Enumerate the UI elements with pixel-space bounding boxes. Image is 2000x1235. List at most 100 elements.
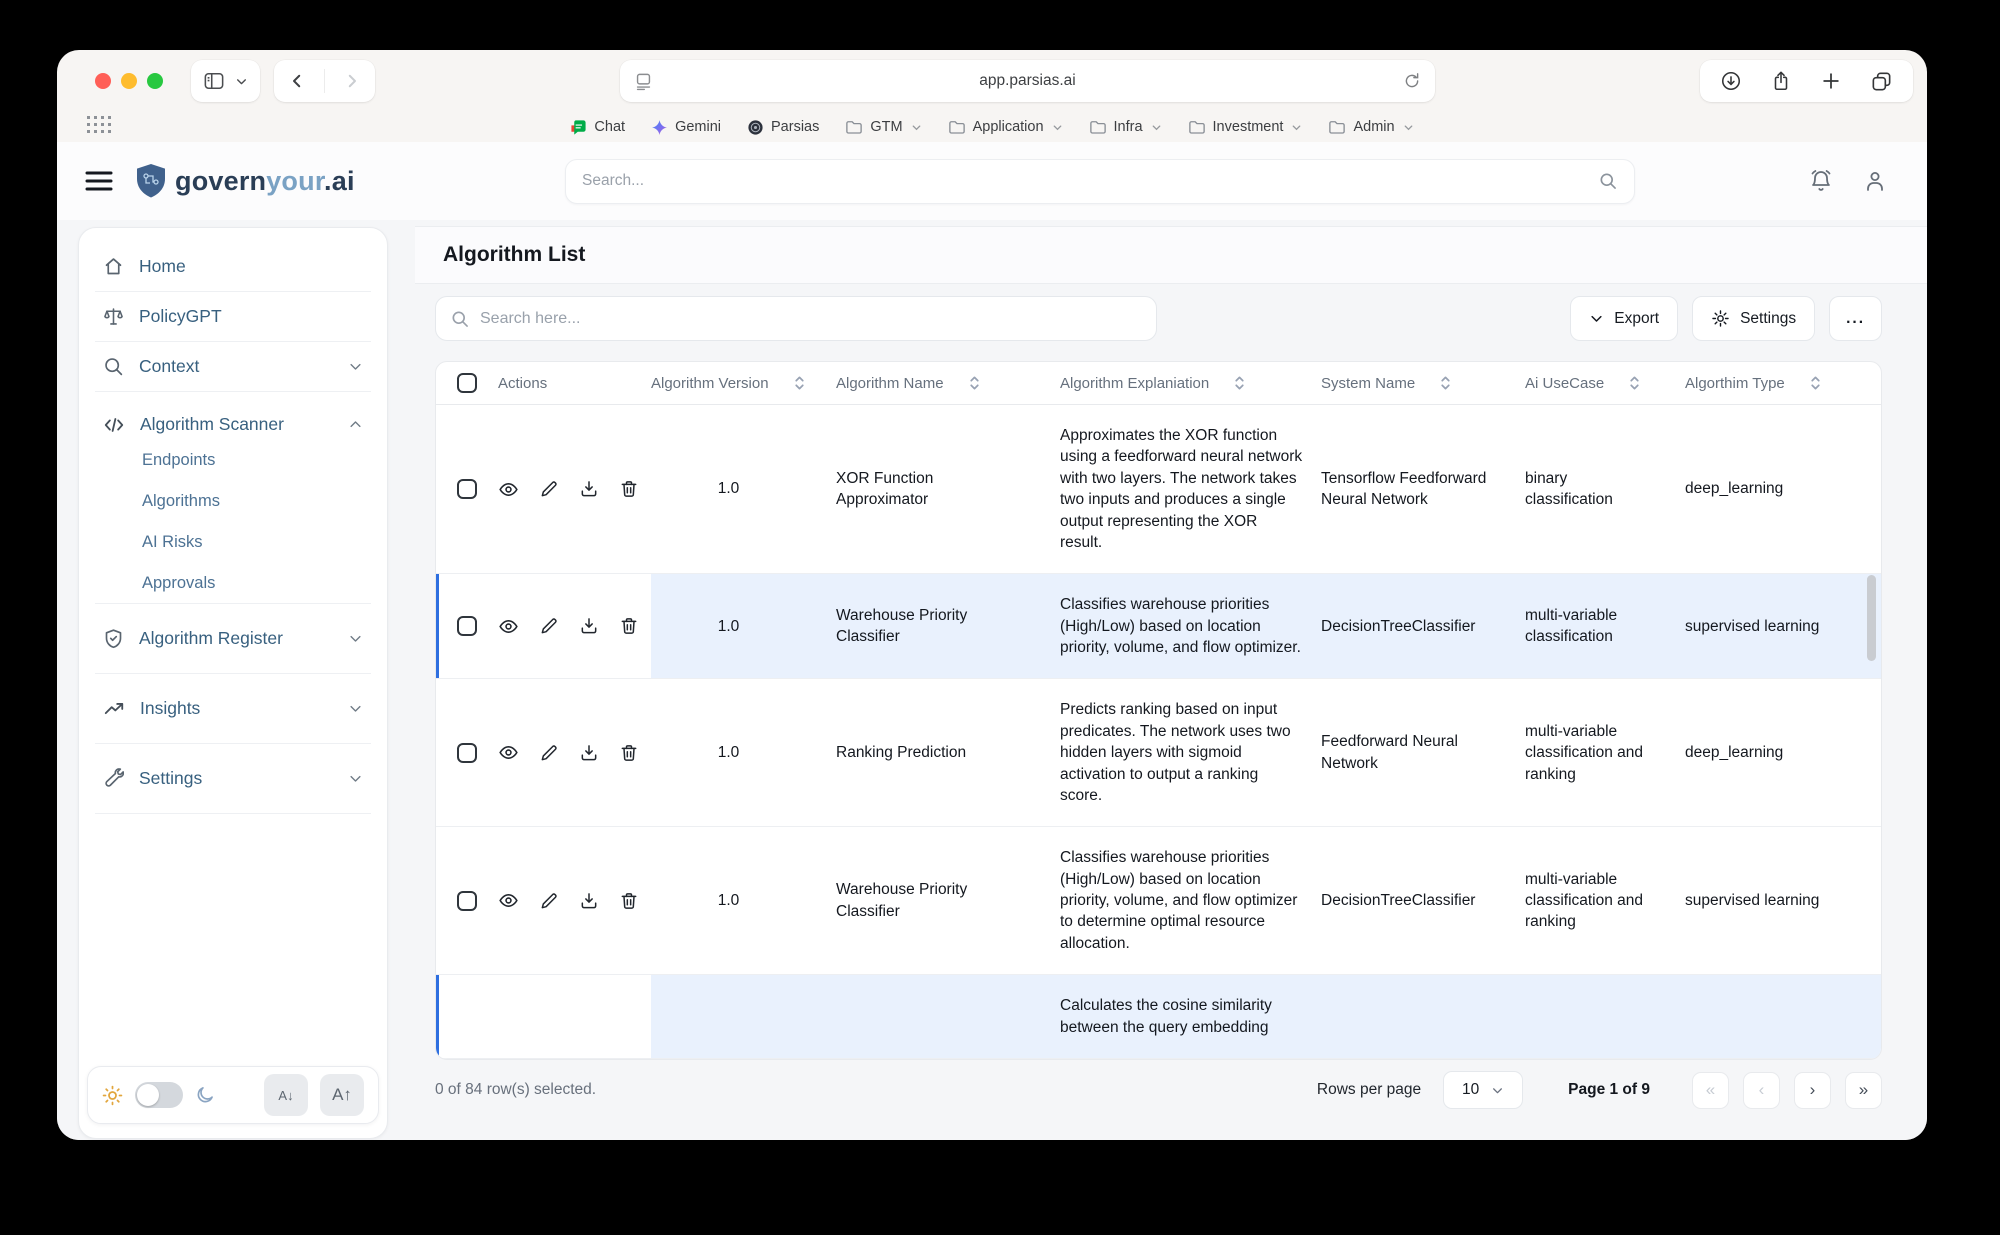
font-decrease-button[interactable]: A↓ [264,1074,308,1116]
table-search-input[interactable] [480,310,1142,328]
forward-button[interactable] [343,72,361,90]
bookmark-folder-admin[interactable]: Admin [1328,119,1413,135]
column-header-system-name[interactable]: System Name [1321,375,1525,392]
next-page-button[interactable]: › [1794,1072,1831,1109]
cell-version: 1.0 [651,722,836,783]
url-bar[interactable]: app.parsias.ai [620,60,1435,102]
download-icon[interactable] [579,616,599,636]
view-icon[interactable] [498,479,519,500]
search-icon[interactable] [1598,171,1618,191]
rows-per-page-label: Rows per page [1317,1081,1421,1099]
sidebar-item-settings[interactable]: Settings [95,754,371,803]
algorithm-scanner-submenu: Endpoints Algorithms AI Risks Approvals [95,449,371,603]
table-row: 1.0 XOR Function Approximator Approximat… [436,405,1881,574]
sidebar-item-policygpt[interactable]: PolicyGPT [95,292,371,341]
row-checkbox[interactable] [457,616,477,636]
sort-icon[interactable] [1439,375,1452,391]
sidebar-item-home[interactable]: Home [95,242,371,291]
new-tab-icon[interactable] [1820,70,1842,92]
view-icon[interactable] [498,890,519,911]
delete-icon[interactable] [619,616,639,636]
delete-icon[interactable] [619,891,639,911]
previous-page-button[interactable]: ‹ [1743,1072,1780,1109]
edit-icon[interactable] [539,479,559,499]
bookmark-parsias[interactable]: Parsias [747,119,819,136]
sidebar-subitem-endpoints[interactable]: Endpoints [142,451,371,470]
cell-explanation: Classifies warehouse priorities (High/Lo… [1060,574,1321,678]
dark-mode-toggle[interactable] [135,1082,183,1108]
first-page-button[interactable]: « [1692,1072,1729,1109]
last-page-button[interactable]: » [1845,1072,1882,1109]
row-checkbox[interactable] [457,891,477,911]
edit-icon[interactable] [539,616,559,636]
bookmark-folder-application[interactable]: Application [948,119,1063,135]
sort-icon[interactable] [1628,375,1641,391]
home-icon [103,256,124,277]
column-header-algorithm-name[interactable]: Algorithm Name [836,375,1060,392]
sidebar-subitem-approvals[interactable]: Approvals [142,574,371,593]
minimize-window-button[interactable] [121,73,137,89]
bookmark-chat[interactable]: Chat [570,119,625,136]
edit-icon[interactable] [539,891,559,911]
sidebar-subitem-algorithms[interactable]: Algorithms [142,492,371,511]
tab-overview-icon[interactable] [1870,70,1893,93]
refresh-icon[interactable] [1403,72,1421,90]
view-icon[interactable] [498,742,519,763]
column-header-ai-usecase[interactable]: Ai UseCase [1525,375,1685,392]
row-checkbox[interactable] [457,743,477,763]
page-content: Home PolicyGPT Context [57,220,1927,1140]
sort-icon[interactable] [793,375,806,391]
user-icon[interactable] [1863,169,1887,193]
chevron-down-icon [1403,122,1414,133]
view-icon[interactable] [498,616,519,637]
download-icon[interactable] [579,743,599,763]
share-icon[interactable] [1770,70,1792,92]
bookmark-folder-infra[interactable]: Infra [1089,119,1162,135]
zoom-window-button[interactable] [147,73,163,89]
row-checkbox[interactable] [457,479,477,499]
sidebar-item-algorithm-register[interactable]: Algorithm Register [95,614,371,663]
close-window-button[interactable] [95,73,111,89]
download-icon[interactable] [579,479,599,499]
select-all-checkbox[interactable] [457,373,477,393]
chevron-down-icon [348,631,363,646]
chevron-down-icon[interactable] [235,75,248,88]
rows-per-page-select[interactable]: 10 [1443,1071,1523,1109]
download-icon[interactable] [579,891,599,911]
column-header-algorithm-version[interactable]: Algorithm Version [651,375,836,392]
delete-icon[interactable] [619,743,639,763]
cell-system: Feedforward Neural Network [1321,711,1525,794]
table-scrollbar-thumb[interactable] [1867,575,1876,661]
back-button[interactable] [288,72,306,90]
global-search-input[interactable] [582,172,1598,190]
more-options-button[interactable]: ... [1829,296,1882,341]
export-button[interactable]: Export [1570,296,1678,341]
cell-usecase [1525,997,1685,1037]
bell-icon[interactable] [1809,169,1833,193]
column-header-algorithm-type[interactable]: Algorthim Type [1685,375,1881,392]
sidebar-item-context[interactable]: Context [95,342,371,391]
sort-icon[interactable] [1809,375,1822,391]
table-header-row: Actions Algorithm Version Algorithm Name [436,362,1881,405]
edit-icon[interactable] [539,743,559,763]
menu-icon[interactable] [85,170,113,192]
cell-explanation: Classifies warehouse priorities (High/Lo… [1060,827,1321,974]
sidebar-subitem-ai-risks[interactable]: AI Risks [142,533,371,552]
font-increase-button[interactable]: A↑ [320,1074,364,1116]
delete-icon[interactable] [619,479,639,499]
sidebar-item-algorithm-scanner[interactable]: Algorithm Scanner [95,400,371,449]
bookmark-folder-gtm[interactable]: GTM [845,119,921,135]
wrench-icon [103,768,124,789]
sidebar-item-insights[interactable]: Insights [95,684,371,733]
browser-sidebar-icon[interactable] [203,71,225,91]
sort-icon[interactable] [1233,375,1246,391]
bookmark-gemini[interactable]: Gemini [651,119,721,136]
reader-view-icon[interactable] [634,72,653,91]
downloads-icon[interactable] [1720,70,1742,92]
bookmark-folder-investment[interactable]: Investment [1188,119,1303,135]
column-header-algorithm-explanation[interactable]: Algorithm Explaniation [1060,375,1321,392]
app-logo[interactable]: governyour.ai [135,163,355,199]
settings-button[interactable]: Settings [1692,296,1815,341]
apps-grid-icon[interactable] [87,116,111,133]
sort-icon[interactable] [968,375,981,391]
